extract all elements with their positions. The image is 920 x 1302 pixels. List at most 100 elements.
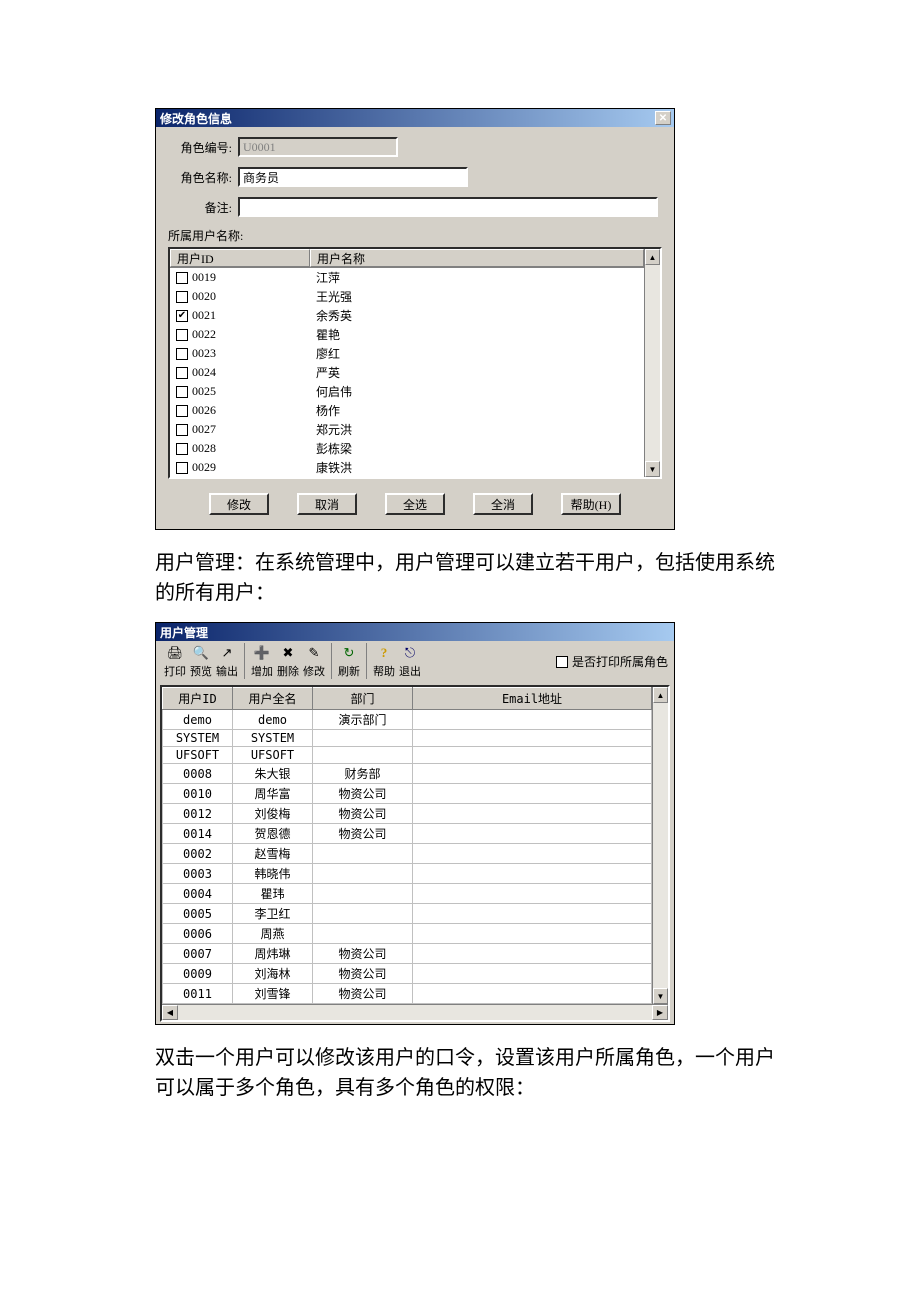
list-item[interactable]: 0019 江萍: [170, 268, 644, 287]
table-row[interactable]: 0003韩晓伟: [163, 864, 652, 884]
checkbox[interactable]: [176, 462, 188, 474]
table-row[interactable]: 0010周华富物资公司: [163, 784, 652, 804]
user-grid[interactable]: 用户ID 用户全名 部门 Email地址 demodemo演示部门SYSTEMS…: [162, 687, 652, 1004]
add-button[interactable]: ➕ 增加: [249, 643, 275, 679]
checkbox[interactable]: [176, 291, 188, 303]
help-toolbar-button[interactable]: ? 帮助: [371, 643, 397, 679]
grid-scroll-up-icon[interactable]: ▲: [653, 687, 668, 703]
preview-icon: 🔍: [193, 645, 209, 661]
table-row[interactable]: 0012刘俊梅物资公司: [163, 804, 652, 824]
checkbox[interactable]: [176, 272, 188, 284]
user-name: 康铁洪: [310, 459, 644, 476]
export-icon: ↗: [219, 645, 235, 661]
scroll-down-icon[interactable]: ▼: [645, 461, 660, 477]
list-item[interactable]: 0020王光强: [170, 287, 644, 306]
titlebar-2[interactable]: 用户管理: [156, 623, 674, 641]
list-item[interactable]: 0029康铁洪: [170, 458, 644, 477]
user-name: 江萍: [310, 269, 644, 286]
modify-icon: ✎: [306, 645, 322, 661]
exit-button[interactable]: ⎋ 退出: [397, 643, 423, 679]
checkbox[interactable]: [176, 424, 188, 436]
user-id: 0024: [192, 365, 216, 380]
user-management-dialog: 用户管理 🖨 打印 🔍 预览 ↗ 输出 ➕ 增加 ✖ 删除: [155, 622, 675, 1025]
checkbox[interactable]: [176, 405, 188, 417]
grid-scroll-down-icon[interactable]: ▼: [653, 988, 668, 1004]
print-role-label: 是否打印所属角色: [572, 653, 668, 670]
grid-header-id[interactable]: 用户ID: [163, 688, 233, 710]
grid-header-dept[interactable]: 部门: [313, 688, 413, 710]
grid-header-fullname[interactable]: 用户全名: [233, 688, 313, 710]
checkbox[interactable]: [176, 367, 188, 379]
modify-toolbar-button[interactable]: ✎ 修改: [301, 643, 327, 679]
list-header: 用户ID 用户名称: [170, 249, 644, 268]
user-id: 0026: [192, 403, 216, 418]
table-row[interactable]: demodemo演示部门: [163, 710, 652, 730]
paragraph-2: 双击一个用户可以修改该用户的口令，设置该用户所属角色，一个用户可以属于多个角色，…: [155, 1043, 780, 1103]
grid-header-email[interactable]: Email地址: [413, 688, 652, 710]
select-all-button[interactable]: 全选: [385, 493, 445, 515]
user-name: 瞿艳: [310, 326, 644, 343]
list-item[interactable]: 0025何启伟: [170, 382, 644, 401]
list-item[interactable]: ✔0021余秀英: [170, 306, 644, 325]
table-row[interactable]: 0009刘海林物资公司: [163, 964, 652, 984]
refresh-icon: ↻: [341, 645, 357, 661]
user-listbox[interactable]: 用户ID 用户名称 0019江萍0020王光强✔0021余秀英0022瞿艳002…: [168, 247, 662, 479]
role-name-field[interactable]: 商务员: [238, 167, 468, 187]
help-button[interactable]: 帮助(H): [561, 493, 621, 515]
table-row[interactable]: 0004瞿玮: [163, 884, 652, 904]
list-item[interactable]: 0028彭栋梁: [170, 439, 644, 458]
table-row[interactable]: 0006周燕: [163, 924, 652, 944]
list-header-name[interactable]: 用户名称: [310, 249, 644, 267]
grid-vscroll[interactable]: ▲ ▼: [652, 687, 668, 1004]
role-name-label: 角色名称:: [162, 169, 232, 186]
table-row[interactable]: 0007周炜琳物资公司: [163, 944, 652, 964]
delete-button[interactable]: ✖ 删除: [275, 643, 301, 679]
scroll-up-icon[interactable]: ▲: [645, 249, 660, 265]
grid-scroll-left-icon[interactable]: ◀: [162, 1005, 178, 1020]
list-item[interactable]: 0022瞿艳: [170, 325, 644, 344]
grid-hscroll[interactable]: ◀ ▶: [162, 1004, 668, 1020]
checkbox[interactable]: [176, 329, 188, 341]
preview-button[interactable]: 🔍 预览: [188, 643, 214, 679]
table-row[interactable]: 0008朱大银财务部: [163, 764, 652, 784]
checkbox[interactable]: ✔: [176, 310, 188, 322]
table-row[interactable]: SYSTEMSYSTEM: [163, 730, 652, 747]
table-row[interactable]: 0011刘雪锋物资公司: [163, 984, 652, 1004]
user-name: 杨作: [310, 402, 644, 419]
delete-icon: ✖: [280, 645, 296, 661]
user-id: 0019: [192, 270, 216, 285]
users-section-label: 所属用户名称:: [168, 227, 668, 244]
list-item[interactable]: 0027郑元洪: [170, 420, 644, 439]
table-row[interactable]: 0005李卫红: [163, 904, 652, 924]
table-row[interactable]: 0002赵雪梅: [163, 844, 652, 864]
table-row[interactable]: 0014贺恩德物资公司: [163, 824, 652, 844]
list-item[interactable]: 0024严英: [170, 363, 644, 382]
export-button[interactable]: ↗ 输出: [214, 643, 240, 679]
print-role-checkbox[interactable]: [556, 656, 568, 668]
user-name: 廖红: [310, 345, 644, 362]
scroll-track[interactable]: [645, 265, 660, 461]
print-button[interactable]: 🖨 打印: [162, 643, 188, 679]
user-id: 0021: [192, 308, 216, 323]
list-item[interactable]: 0026 杨作: [170, 401, 644, 420]
user-id: 0020: [192, 289, 216, 304]
checkbox[interactable]: [176, 443, 188, 455]
refresh-button[interactable]: ↻ 刷新: [336, 643, 362, 679]
role-id-label: 角色编号:: [162, 139, 232, 156]
checkbox[interactable]: [176, 386, 188, 398]
table-row[interactable]: UFSOFTUFSOFT: [163, 747, 652, 764]
grid-scroll-right-icon[interactable]: ▶: [652, 1005, 668, 1020]
remark-field[interactable]: [238, 197, 658, 217]
list-item[interactable]: 0023 廖红: [170, 344, 644, 363]
user-id: 0023: [192, 346, 216, 361]
remark-label: 备注:: [162, 199, 232, 216]
modify-button[interactable]: 修改: [209, 493, 269, 515]
deselect-all-button[interactable]: 全消: [473, 493, 533, 515]
cancel-button[interactable]: 取消: [297, 493, 357, 515]
list-header-id[interactable]: 用户ID: [170, 249, 310, 267]
titlebar[interactable]: 修改角色信息 ✕: [156, 109, 674, 127]
checkbox[interactable]: [176, 348, 188, 360]
close-icon[interactable]: ✕: [655, 111, 671, 125]
vertical-scrollbar[interactable]: ▲ ▼: [644, 249, 660, 477]
user-id: 0027: [192, 422, 216, 437]
